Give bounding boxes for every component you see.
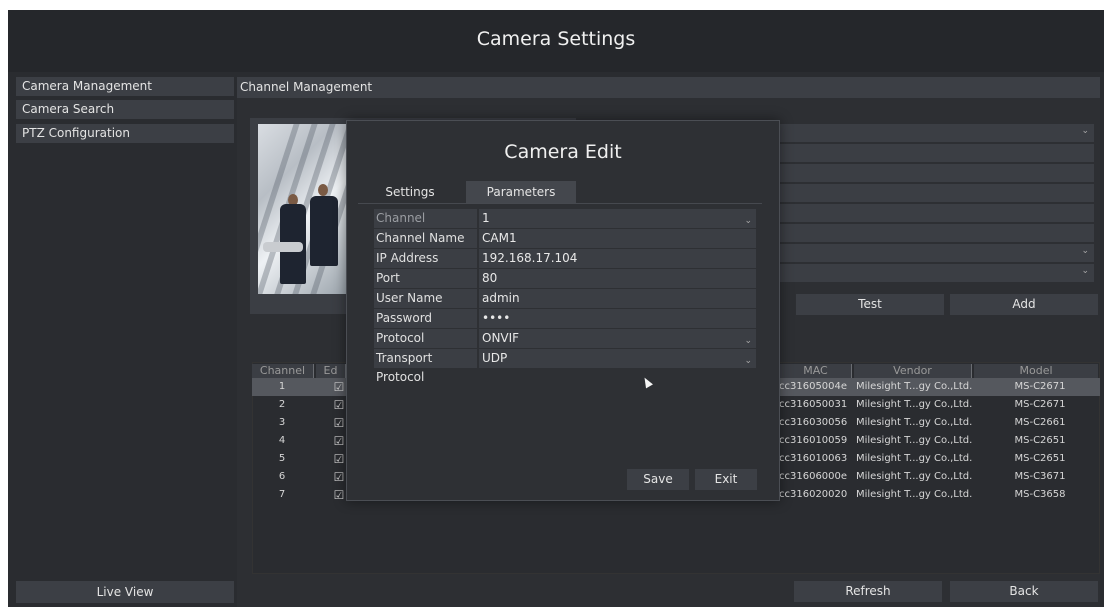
channel-select[interactable]: 1 ⌄ bbox=[479, 209, 756, 228]
cell-model: MS-C2671 bbox=[1014, 399, 1066, 410]
channel-name-input[interactable]: CAM1 bbox=[479, 229, 756, 248]
cell-channel: 2 bbox=[278, 399, 286, 410]
right-field-6[interactable] bbox=[778, 224, 1094, 242]
edit-icon[interactable]: ☑ bbox=[332, 432, 346, 450]
right-field-2[interactable] bbox=[778, 144, 1094, 162]
tab-settings[interactable]: Settings bbox=[358, 181, 462, 203]
cell-vendor: Milesight T...gy Co.,Ltd. bbox=[856, 489, 973, 500]
password-input[interactable]: •••• bbox=[479, 309, 756, 328]
cell-mac: cc316010059 bbox=[779, 435, 848, 446]
test-button[interactable]: Test bbox=[796, 294, 944, 315]
channel-management-header: Channel Management bbox=[237, 77, 1100, 98]
cell-mac: cc316030056 bbox=[779, 417, 848, 428]
camera-edit-dialog: Camera Edit Settings Parameters Channel … bbox=[346, 120, 780, 501]
cell-mac: cc316020020 bbox=[779, 489, 848, 500]
channel-field: Channel 1 ⌄ bbox=[374, 209, 756, 228]
cell-vendor: Milesight T...gy Co.,Ltd. bbox=[856, 435, 973, 446]
tab-divider bbox=[358, 203, 762, 204]
right-field-5[interactable] bbox=[778, 204, 1094, 222]
exit-button[interactable]: Exit bbox=[695, 469, 757, 490]
cell-channel: 4 bbox=[278, 435, 286, 446]
edit-icon[interactable]: ☑ bbox=[332, 468, 346, 486]
password-label: Password bbox=[374, 309, 477, 328]
ip-address-label: IP Address bbox=[374, 249, 477, 268]
chevron-down-icon: ⌄ bbox=[1081, 266, 1089, 276]
save-button[interactable]: Save bbox=[627, 469, 689, 490]
back-button[interactable]: Back bbox=[950, 581, 1098, 602]
channel-name-field: Channel Name CAM1 bbox=[374, 229, 756, 248]
window-title: Camera Settings bbox=[476, 28, 636, 50]
column-header-vendor[interactable]: Vendor bbox=[854, 364, 972, 378]
right-field-4[interactable] bbox=[778, 184, 1094, 202]
transport-protocol-label: Transport Protocol bbox=[374, 349, 477, 384]
channel-label: Channel bbox=[374, 209, 477, 228]
password-field: Password •••• bbox=[374, 309, 756, 328]
dialog-title: Camera Edit bbox=[504, 141, 622, 163]
column-header-channel[interactable]: Channel bbox=[252, 364, 314, 378]
edit-icon[interactable]: ☑ bbox=[332, 450, 346, 468]
camera-preview-image bbox=[258, 124, 348, 294]
live-view-button[interactable]: Live View bbox=[16, 581, 234, 603]
user-name-input[interactable]: admin bbox=[479, 289, 756, 308]
cell-channel: 6 bbox=[278, 471, 286, 482]
user-name-label: User Name bbox=[374, 289, 477, 308]
protocol-label: Protocol bbox=[374, 329, 477, 348]
cell-vendor: Milesight T...gy Co.,Ltd. bbox=[856, 399, 973, 410]
cell-channel: 1 bbox=[278, 381, 286, 392]
ip-address-input[interactable]: 192.168.17.104 bbox=[479, 249, 756, 268]
port-field: Port 80 bbox=[374, 269, 756, 288]
cell-vendor: Milesight T...gy Co.,Ltd. bbox=[856, 381, 973, 392]
chevron-down-icon: ⌄ bbox=[744, 356, 752, 366]
tab-parameters[interactable]: Parameters bbox=[466, 181, 576, 203]
channel-name-label: Channel Name bbox=[374, 229, 477, 248]
cell-mac: cc316010063 bbox=[779, 453, 848, 464]
column-header-edit[interactable]: Ed bbox=[316, 364, 346, 378]
refresh-button[interactable]: Refresh bbox=[794, 581, 942, 602]
cell-model: MS-C3671 bbox=[1014, 471, 1066, 482]
transport-protocol-select[interactable]: UDP ⌄ bbox=[479, 349, 756, 368]
chevron-down-icon: ⌄ bbox=[1081, 126, 1089, 136]
cell-mac: cc31606000e bbox=[779, 471, 848, 482]
cell-model: MS-C2671 bbox=[1014, 381, 1066, 392]
edit-icon[interactable]: ☑ bbox=[332, 396, 346, 414]
edit-icon[interactable]: ☑ bbox=[332, 378, 346, 396]
cell-channel: 5 bbox=[278, 453, 286, 464]
cell-model: MS-C2661 bbox=[1014, 417, 1066, 428]
cell-vendor: Milesight T...gy Co.,Ltd. bbox=[856, 471, 973, 482]
right-field-8[interactable]: ⌄ bbox=[778, 264, 1094, 282]
right-field-1[interactable]: ⌄ bbox=[778, 124, 1094, 142]
edit-icon[interactable]: ☑ bbox=[332, 486, 346, 504]
port-label: Port bbox=[374, 269, 477, 288]
edit-icon[interactable]: ☑ bbox=[332, 414, 346, 432]
port-input[interactable]: 80 bbox=[479, 269, 756, 288]
column-header-mac[interactable]: MAC bbox=[780, 364, 852, 378]
sidebar-item-camera-search[interactable]: Camera Search bbox=[16, 100, 234, 119]
cell-vendor: Milesight T...gy Co.,Ltd. bbox=[856, 453, 973, 464]
sidebar-item-camera-management[interactable]: Camera Management bbox=[16, 77, 234, 96]
cell-channel: 7 bbox=[278, 489, 286, 500]
cell-vendor: Milesight T...gy Co.,Ltd. bbox=[856, 417, 973, 428]
cell-mac: cc31605004e bbox=[779, 381, 848, 392]
cell-model: MS-C3658 bbox=[1014, 489, 1066, 500]
transport-protocol-field: Transport Protocol UDP ⌄ bbox=[374, 349, 756, 384]
cell-model: MS-C2651 bbox=[1014, 435, 1066, 446]
cell-model: MS-C2651 bbox=[1014, 453, 1066, 464]
column-header-model[interactable]: Model bbox=[974, 364, 1098, 378]
title-bar: Camera Settings bbox=[8, 10, 1104, 72]
right-field-7[interactable]: ⌄ bbox=[778, 244, 1094, 262]
protocol-field: Protocol ONVIF ⌄ bbox=[374, 329, 756, 348]
protocol-select[interactable]: ONVIF ⌄ bbox=[479, 329, 756, 348]
cell-mac: cc316050031 bbox=[779, 399, 848, 410]
sidebar-item-ptz-configuration[interactable]: PTZ Configuration bbox=[16, 124, 234, 143]
cell-channel: 3 bbox=[278, 417, 286, 428]
chevron-down-icon: ⌄ bbox=[1081, 246, 1089, 256]
ip-address-field: IP Address 192.168.17.104 bbox=[374, 249, 756, 268]
right-field-3[interactable] bbox=[778, 164, 1094, 182]
add-button[interactable]: Add bbox=[950, 294, 1098, 315]
user-name-field: User Name admin bbox=[374, 289, 756, 308]
